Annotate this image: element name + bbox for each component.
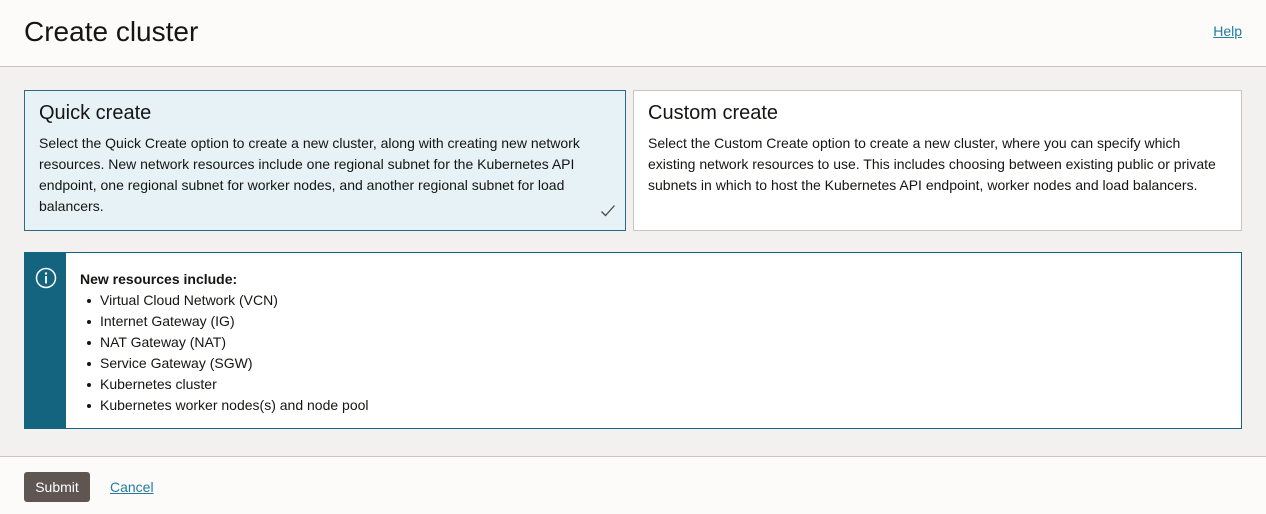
page-footer: Submit Cancel [0,458,1266,514]
list-item: Service Gateway (SGW) [80,353,369,374]
info-icon [35,267,57,289]
quick-create-option[interactable]: Quick create Select the Quick Create opt… [24,90,626,231]
list-item: Internet Gateway (IG) [80,311,369,332]
info-content: New resources include: Virtual Cloud Net… [80,269,369,416]
page-title: Create cluster [24,16,199,47]
checkmark-icon [601,205,615,217]
quick-create-description: Select the Quick Create option to create… [39,135,580,214]
custom-create-option[interactable]: Custom create Select the Custom Create o… [633,90,1242,231]
help-link[interactable]: Help [1213,23,1242,39]
list-item: NAT Gateway (NAT) [80,332,369,353]
custom-create-title: Custom create [648,102,779,124]
page-header: Create cluster Help [0,0,1266,67]
resource-list: Virtual Cloud Network (VCN) Internet Gat… [80,290,369,416]
list-item: Kubernetes cluster [80,374,369,395]
cancel-link[interactable]: Cancel [110,479,154,495]
main-content: Quick create Select the Quick Create opt… [0,67,1266,457]
list-item: Virtual Cloud Network (VCN) [80,290,369,311]
submit-button[interactable]: Submit [24,472,90,502]
info-strip [25,253,66,428]
info-message: New resources include: Virtual Cloud Net… [24,252,1242,429]
custom-create-description: Select the Custom Create option to creat… [648,135,1216,193]
list-item: Kubernetes worker nodes(s) and node pool [80,395,369,416]
quick-create-title: Quick create [39,102,152,124]
info-heading: New resources include: [80,271,238,287]
